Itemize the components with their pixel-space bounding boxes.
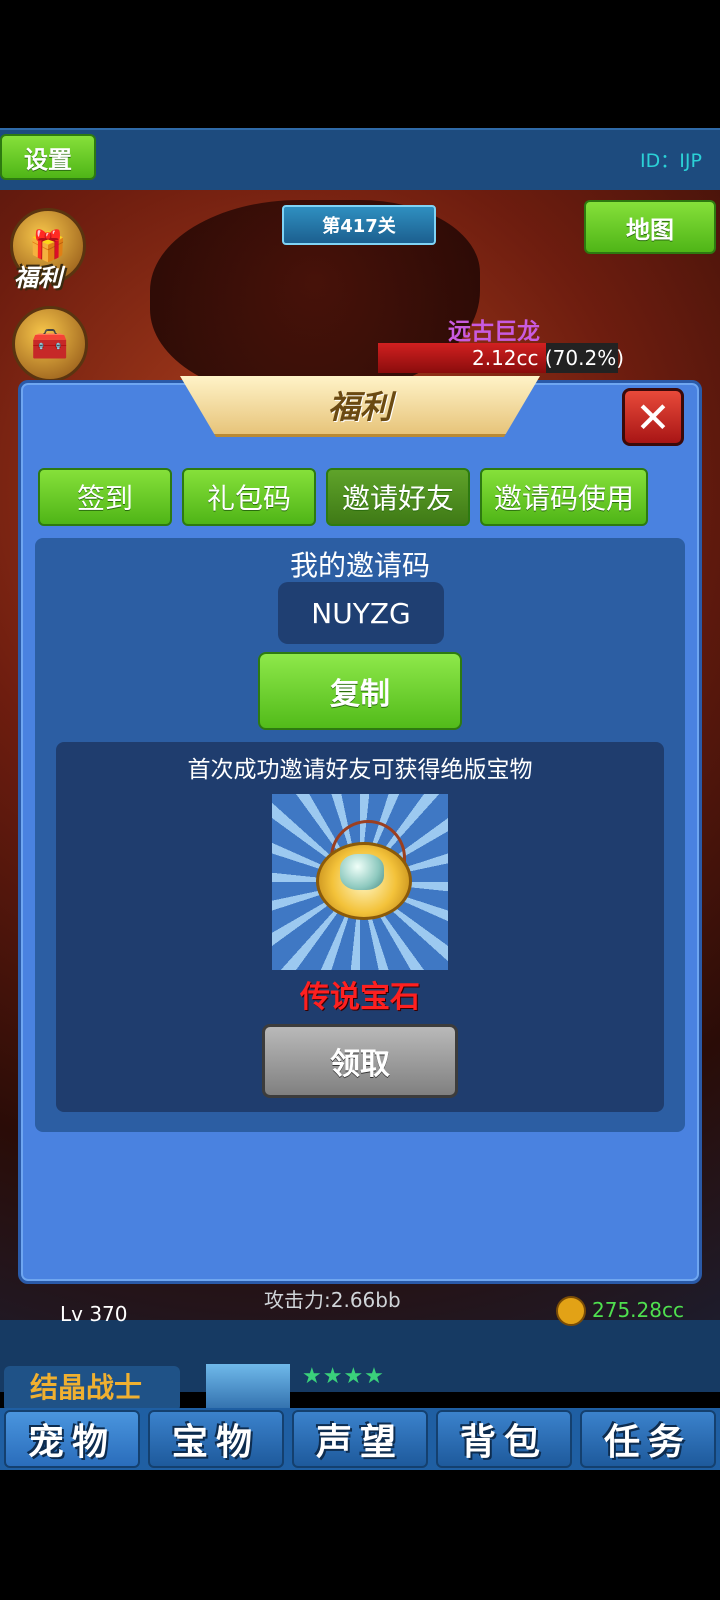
- modal-title: 福利: [327, 388, 392, 426]
- close-button[interactable]: ✕: [622, 388, 684, 446]
- attack-text: 攻击力:2.66bb: [264, 1288, 401, 1312]
- top-bar: [0, 128, 720, 192]
- tab-treasures[interactable]: 宝物: [148, 1410, 284, 1468]
- tab-gift-code[interactable]: 礼包码: [182, 468, 316, 526]
- boss-hp-text: 2.12cc (70.2%): [472, 346, 625, 370]
- settings-button[interactable]: 设置: [0, 134, 96, 180]
- reward-description: 首次成功邀请好友可获得绝版宝物: [187, 757, 533, 783]
- treasure-chest-icon[interactable]: 🧰: [12, 306, 88, 382]
- close-icon: ✕: [635, 392, 671, 442]
- reward-name: 传说宝石: [300, 980, 420, 1015]
- tab-invite-friends[interactable]: 邀请好友: [326, 468, 470, 526]
- tab-use-invite-code[interactable]: 邀请码使用: [480, 468, 648, 526]
- map-button[interactable]: 地图: [584, 200, 716, 254]
- modal-title-banner: 福利: [180, 376, 540, 437]
- stage-banner: 第417关: [282, 205, 436, 245]
- level-text: Lv 370: [60, 1302, 128, 1326]
- boss-name: 远古巨龙: [448, 319, 540, 345]
- tab-quests[interactable]: 任务: [580, 1410, 716, 1468]
- hero-stars: ★★★★: [302, 1364, 385, 1389]
- coin-amount: 275.28cc: [592, 1298, 684, 1322]
- claim-button[interactable]: 领取: [262, 1024, 458, 1098]
- tab-pets[interactable]: 宠物: [4, 1410, 140, 1468]
- tab-signin[interactable]: 签到: [38, 468, 172, 526]
- coin-icon: [556, 1296, 586, 1326]
- user-id-text: ID：IJP: [640, 150, 702, 172]
- hero-name: 结晶战士: [30, 1371, 143, 1404]
- invite-code-value: NUYZG: [278, 582, 444, 644]
- my-invite-code-label: 我的邀请码: [289, 549, 430, 582]
- copy-button[interactable]: 复制: [258, 652, 462, 730]
- gem-stone: [340, 854, 384, 890]
- bottom-tab-bar: 宠物 宝物 声望 背包 任务: [0, 1408, 720, 1470]
- welfare-label[interactable]: 福利: [14, 258, 62, 293]
- tab-prestige[interactable]: 声望: [292, 1410, 428, 1468]
- hero-portrait[interactable]: [206, 1364, 290, 1414]
- tab-backpack[interactable]: 背包: [436, 1410, 572, 1468]
